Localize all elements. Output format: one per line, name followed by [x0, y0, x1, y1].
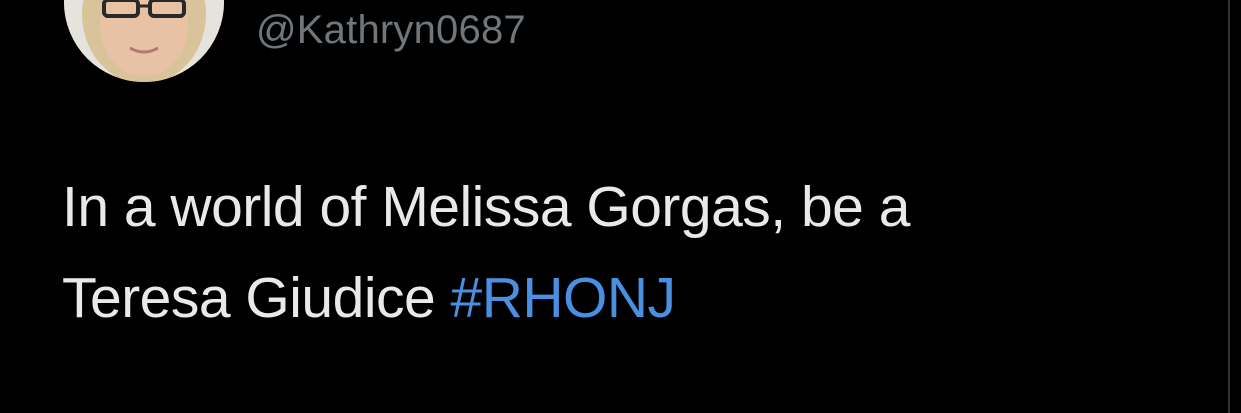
avatar-image: [64, 0, 224, 82]
author-handle[interactable]: @Kathryn0687: [256, 6, 526, 54]
right-edge-divider: [1228, 0, 1230, 413]
tweet-text: In a world of Melissa Gorgas, be a Teres…: [62, 162, 1182, 344]
tweet-text-line-2: Teresa Giudice #RHONJ: [62, 253, 1182, 344]
tweet-text-line-1: In a world of Melissa Gorgas, be a: [62, 175, 910, 239]
hashtag-link[interactable]: #RHONJ: [451, 266, 677, 330]
avatar[interactable]: [64, 0, 224, 82]
tweet-text-line-2-text: Teresa Giudice: [62, 266, 451, 330]
